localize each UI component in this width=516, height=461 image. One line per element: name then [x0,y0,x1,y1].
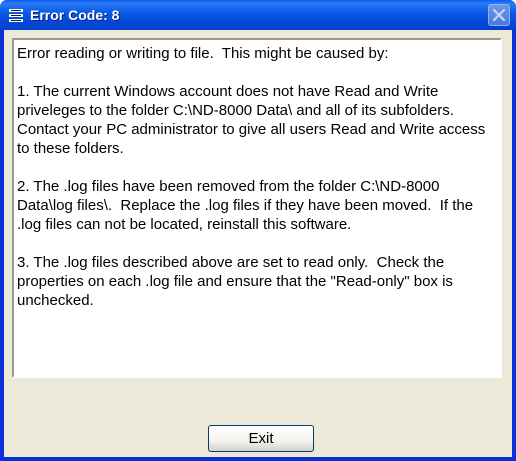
window-title: Error Code: 8 [30,7,120,23]
close-button[interactable] [488,4,510,26]
error-dialog: Error Code: 8 Error reading or writing t… [0,0,516,461]
exit-button[interactable]: Exit [208,425,314,452]
app-icon [9,9,23,22]
dialog-body: Error reading or writing to file. This m… [4,30,512,457]
title-bar[interactable]: Error Code: 8 [0,0,516,30]
error-message: Error reading or writing to file. This m… [17,45,486,309]
message-panel: Error reading or writing to file. This m… [12,38,502,378]
close-icon [493,9,505,21]
